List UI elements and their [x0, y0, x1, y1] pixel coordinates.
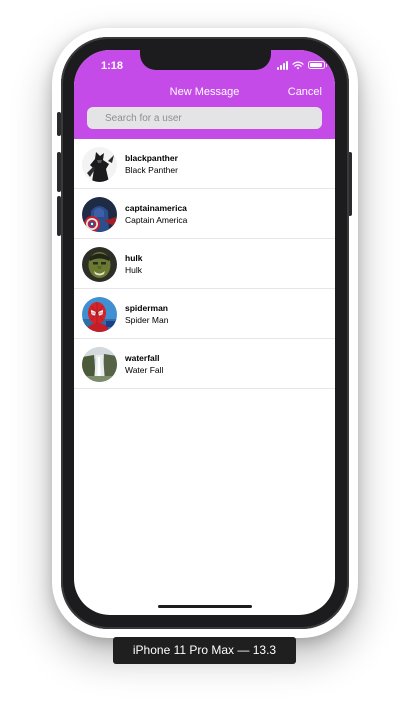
battery-icon: [308, 61, 327, 69]
username: spiderman: [125, 303, 168, 313]
username: waterfall: [125, 353, 160, 363]
user-list: blackpanther Black Panther captainameric…: [74, 139, 335, 389]
fullname: Black Panther: [125, 165, 178, 175]
cellular-signal-icon: [277, 60, 288, 70]
app-screen: 1:18 New Message Cancel Search for a use…: [74, 50, 335, 615]
hulk-avatar: [82, 247, 117, 282]
home-indicator: [158, 605, 252, 608]
search-input[interactable]: [105, 112, 305, 124]
username: captainamerica: [125, 203, 187, 213]
user-row-blackpanther[interactable]: blackpanther Black Panther: [74, 139, 335, 189]
status-time: 1:18: [101, 60, 124, 72]
black-panther-avatar: [82, 147, 117, 182]
user-row-spiderman[interactable]: spiderman Spider Man: [74, 289, 335, 339]
nav-header: 1:18 New Message Cancel: [74, 50, 335, 139]
device-label: iPhone 11 Pro Max — 13.3: [113, 637, 296, 664]
user-row-hulk[interactable]: hulk Hulk: [74, 239, 335, 289]
cancel-button[interactable]: Cancel: [288, 86, 322, 98]
search-icon: [92, 113, 100, 121]
user-row-waterfall[interactable]: waterfall Water Fall: [74, 339, 335, 389]
username: blackpanther: [125, 153, 178, 163]
user-row-captainamerica[interactable]: captainamerica Captain America: [74, 189, 335, 239]
username: hulk: [125, 253, 143, 263]
search-bar[interactable]: [87, 107, 322, 129]
fullname: Hulk: [125, 265, 143, 275]
wifi-icon: [292, 60, 304, 69]
fullname: Water Fall: [125, 365, 164, 375]
spider-man-avatar: [82, 297, 117, 332]
waterfall-avatar: [82, 347, 117, 382]
status-icons: [277, 59, 327, 71]
fullname: Captain America: [125, 215, 188, 225]
notch: [140, 50, 271, 70]
fullname: Spider Man: [125, 315, 169, 325]
captain-america-avatar: [82, 197, 117, 232]
